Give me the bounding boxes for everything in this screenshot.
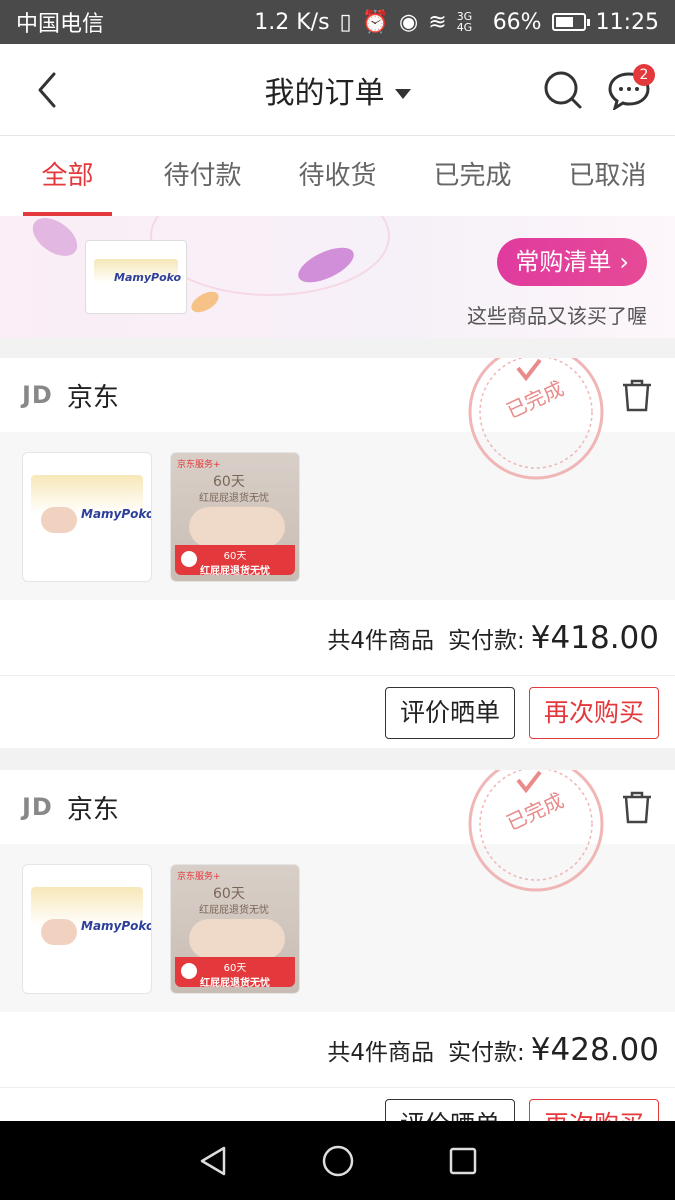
- signal-icon: 3G 4G: [456, 10, 473, 34]
- baby-image: [41, 919, 77, 945]
- status-indicators: 1.2 K/s ▯ ⏰ ◉ ≋ 3G 4G 66% 11:25: [254, 10, 659, 35]
- back-nav-icon[interactable]: [196, 1144, 230, 1178]
- baby-image: [41, 507, 77, 533]
- stamp-text: 已完成: [503, 788, 568, 835]
- nav-bar: 我的订单: [0, 44, 675, 136]
- stamp-text: 已完成: [503, 376, 568, 423]
- tab-all[interactable]: 全部: [0, 136, 135, 216]
- service-title: 60天: [213, 886, 245, 902]
- clock: 11:25: [595, 9, 659, 35]
- tab-pending-payment[interactable]: 待付款: [135, 136, 270, 216]
- frequent-list-label: 常购清单: [515, 248, 612, 276]
- decor-petal: [188, 287, 222, 317]
- wifi-icon: ≋: [428, 9, 447, 35]
- review-button[interactable]: 评价晒单: [384, 1099, 515, 1121]
- product-brand: MamyPoko: [81, 919, 152, 933]
- service-header: 京东服务+: [177, 460, 221, 470]
- order-actions: 评价晒单 再次购买: [0, 676, 675, 748]
- order-header: JD 京东 已完成: [0, 358, 675, 480]
- completed-stamp: 已完成: [468, 358, 604, 480]
- page-title-text: 我的订单: [264, 75, 385, 111]
- item-count: 共4件商品: [327, 627, 435, 654]
- service-badge-icon: [179, 961, 199, 981]
- rebuy-button[interactable]: 再次购买: [528, 1099, 659, 1121]
- trash-icon[interactable]: [621, 378, 653, 412]
- banner-product-image: MamyPoko: [85, 240, 187, 314]
- frequent-buy-banner[interactable]: MamyPoko 常购清单 › 这些商品又该买了喔: [0, 216, 675, 338]
- service-badge-icon: [179, 549, 199, 569]
- rebuy-button[interactable]: 再次购买: [528, 687, 659, 739]
- service-thumbnail[interactable]: 京东服务+ 60天 红屁屁退货无忧 60天 红屁屁退货无忧: [170, 864, 300, 994]
- message-badge: 2: [633, 64, 655, 86]
- order-card[interactable]: JD 京东 已完成 MamyPoko 京东服务+ 60天 红屁屁退货无忧 60天…: [0, 770, 675, 1121]
- frequent-list-button[interactable]: 常购清单 ›: [497, 238, 647, 286]
- service-thumbnail[interactable]: 京东服务+ 60天 红屁屁退货无忧 60天 红屁屁退货无忧: [170, 452, 300, 582]
- alarm-icon: ⏰: [361, 9, 390, 35]
- dropdown-caret-icon: [394, 89, 411, 99]
- order-summary: 共4件商品 实付款: ¥428.00: [0, 1012, 675, 1088]
- banner-product-logo: MamyPoko: [114, 271, 182, 284]
- service-header: 京东服务+: [177, 872, 221, 882]
- service-subtitle: 红屁屁退货无忧: [199, 493, 269, 504]
- product-brand: MamyPoko: [81, 507, 152, 521]
- service-title: 60天: [213, 474, 245, 490]
- carrier-label: 中国电信: [16, 12, 105, 37]
- paid-label: 实付款:: [448, 1039, 525, 1066]
- shop-logo: JD: [22, 381, 53, 409]
- order-summary: 共4件商品 实付款: ¥418.00: [0, 600, 675, 676]
- shop-logo: JD: [22, 793, 53, 821]
- home-nav-icon[interactable]: [321, 1144, 355, 1178]
- order-tabs: 全部 待付款 待收货 已完成 已取消: [0, 136, 675, 216]
- tab-pending-receipt[interactable]: 待收货: [270, 136, 405, 216]
- order-actions: 评价晒单 再次购买: [0, 1088, 675, 1121]
- recents-nav-icon[interactable]: [446, 1144, 480, 1178]
- tab-completed[interactable]: 已完成: [405, 136, 540, 216]
- paid-amount: ¥428.00: [530, 1031, 659, 1068]
- battery-fill: [555, 17, 573, 27]
- shop-name[interactable]: 京东: [67, 789, 119, 826]
- baby-hands-image: [189, 919, 285, 959]
- vibrate-icon: ▯: [339, 9, 352, 35]
- paid-label: 实付款:: [448, 627, 525, 654]
- decor-petal: [25, 216, 85, 264]
- trash-icon[interactable]: [621, 790, 653, 824]
- completed-stamp: 已完成: [468, 770, 604, 892]
- item-count: 共4件商品: [327, 1039, 435, 1066]
- eye-icon: ◉: [399, 9, 419, 35]
- battery-percent: 66%: [492, 9, 542, 35]
- tab-cancelled[interactable]: 已取消: [540, 136, 675, 216]
- product-thumbnail[interactable]: MamyPoko: [22, 864, 152, 994]
- service-subtitle: 红屁屁退货无忧: [199, 905, 269, 916]
- paid-amount: ¥418.00: [530, 619, 659, 656]
- order-header: JD 京东 已完成: [0, 770, 675, 892]
- chevron-right-icon: ›: [619, 248, 629, 276]
- banner-subtitle: 这些商品又该买了喔: [467, 304, 647, 328]
- product-thumbnail[interactable]: MamyPoko: [22, 452, 152, 582]
- search-icon[interactable]: [543, 70, 583, 110]
- system-nav-bar: [0, 1121, 675, 1200]
- shop-name[interactable]: 京东: [67, 377, 119, 414]
- battery-icon: [551, 13, 590, 31]
- network-speed: 1.2 K/s: [254, 9, 330, 35]
- review-button[interactable]: 评价晒单: [384, 687, 515, 739]
- baby-hands-image: [189, 507, 285, 547]
- status-bar: 中国电信 1.2 K/s ▯ ⏰ ◉ ≋ 3G 4G 66% 11:25: [0, 0, 675, 44]
- order-card[interactable]: JD 京东 已完成 MamyPoko 京东服务+ 60天 红屁屁退货无忧 60天…: [0, 358, 675, 748]
